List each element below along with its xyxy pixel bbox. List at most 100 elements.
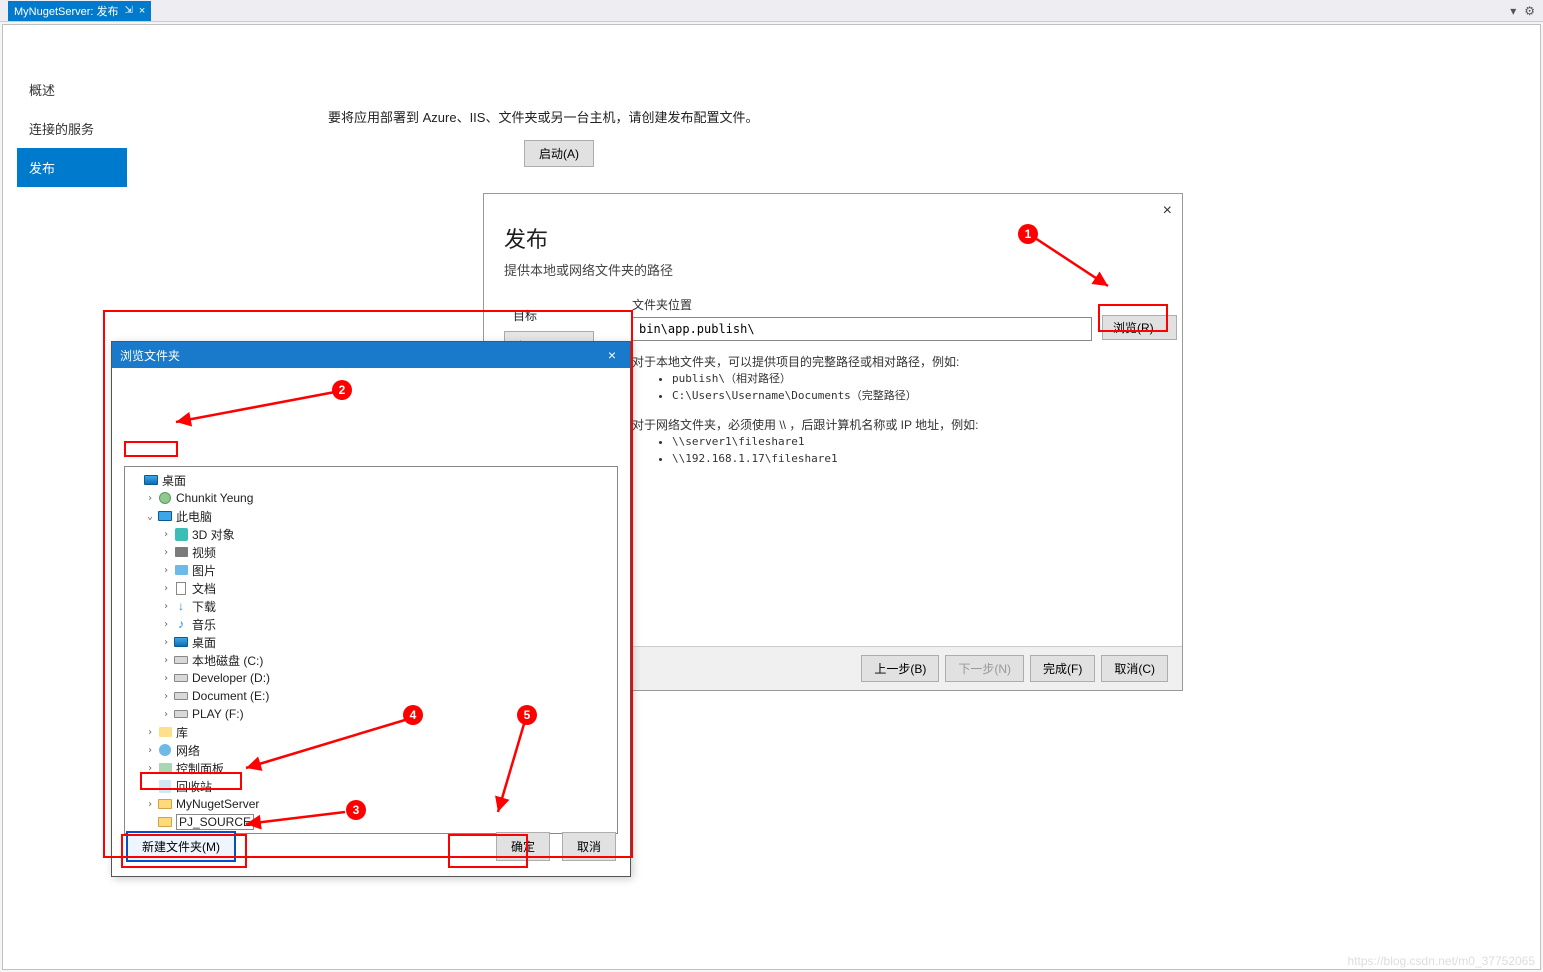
tree-node-pictures[interactable]: ›图片 (127, 561, 615, 579)
tab-dropdown-icon[interactable]: ▾ (1510, 4, 1516, 18)
tree-label: 下载 (192, 598, 216, 615)
tree-node-disk-c[interactable]: ›本地磁盘 (C:) (127, 651, 615, 669)
new-folder-button[interactable]: 新建文件夹(M) (126, 831, 236, 862)
music-icon: ♪ (173, 616, 189, 632)
tree-label: 文档 (192, 580, 216, 597)
tree-label: 视频 (192, 544, 216, 561)
tree-label: 此电脑 (176, 508, 212, 525)
tree-node-network[interactable]: ›网络 (127, 741, 615, 759)
tree-node-recycle[interactable]: 回收站 (127, 777, 615, 795)
annotation-badge-4: 4 (403, 705, 423, 725)
ok-button[interactable]: 确定 (496, 832, 550, 861)
download-icon: ↓ (173, 598, 189, 614)
help-net-heading: 对于网络文件夹，必须使用 \\ ，后跟计算机名称或 IP 地址，例如: (632, 416, 1162, 434)
help-local-ex1: publish\（相对路径） (672, 371, 1162, 388)
video-icon (173, 544, 189, 560)
tree-label: 音乐 (192, 616, 216, 633)
tree-label: Developer (D:) (192, 671, 270, 685)
nav-overview[interactable]: 概述 (17, 70, 127, 109)
tree-node-new-folder[interactable]: PJ_SOURCE (127, 813, 615, 831)
tree-node-thispc[interactable]: ⌄此电脑 (127, 507, 615, 525)
tree-node-desktop2[interactable]: ›桌面 (127, 633, 615, 651)
monitor-icon (143, 472, 159, 488)
help-network: 对于网络文件夹，必须使用 \\ ，后跟计算机名称或 IP 地址，例如: \\se… (632, 416, 1162, 467)
tree-label: 控制面板 (176, 760, 224, 777)
tab-title: MyNugetServer: 发布 (14, 3, 119, 19)
close-tab-icon[interactable]: × (139, 5, 145, 17)
tree-label: PLAY (F:) (192, 707, 244, 721)
wizard-subtitle: 提供本地或网络文件夹的路径 (484, 260, 1182, 295)
folder-location-input[interactable] (632, 317, 1092, 341)
tree-node-user[interactable]: ›Chunkit Yeung (127, 489, 615, 507)
tree-node-control-panel[interactable]: ›控制面板 (127, 759, 615, 777)
tree-node-disk-f[interactable]: ›PLAY (F:) (127, 705, 615, 723)
folder-icon (157, 796, 173, 812)
tab-strip-right: ▾ ⚙ (1510, 4, 1543, 18)
user-icon (157, 490, 173, 506)
tree-label: 桌面 (192, 634, 216, 651)
tree-node-downloads[interactable]: ›↓下载 (127, 597, 615, 615)
wizard-close-icon[interactable]: × (1163, 202, 1172, 220)
tree-label: 图片 (192, 562, 216, 579)
finish-button[interactable]: 完成(F) (1030, 655, 1095, 682)
tree-node-library[interactable]: ›库 (127, 723, 615, 741)
tree-node-disk-d[interactable]: ›Developer (D:) (127, 669, 615, 687)
wizard-form: 文件夹位置 对于本地文件夹，可以提供项目的完整路径或相对路径，例如: publi… (632, 296, 1162, 467)
drive-icon (173, 688, 189, 704)
pin-icon[interactable]: ⇲ (125, 5, 133, 16)
tree-node-documents[interactable]: ›文档 (127, 579, 615, 597)
document-tab-active[interactable]: MyNugetServer: 发布 ⇲ × (8, 1, 151, 21)
tree-label: 回收站 (176, 778, 212, 795)
folder-tree[interactable]: 桌面 ›Chunkit Yeung ⌄此电脑 ›3D 对象 ›视频 ›图片 ›文… (124, 466, 618, 834)
next-button: 下一步(N) (945, 655, 1024, 682)
control-panel-icon (157, 760, 173, 776)
cube-icon (173, 526, 189, 542)
tree-node-desktop[interactable]: 桌面 (127, 471, 615, 489)
folder-location-label: 文件夹位置 (632, 296, 1162, 313)
new-folder-name-input[interactable]: PJ_SOURCE (176, 814, 254, 830)
tree-node-3dobjects[interactable]: ›3D 对象 (127, 525, 615, 543)
tree-node-videos[interactable]: ›视频 (127, 543, 615, 561)
tree-label: 本地磁盘 (C:) (192, 652, 263, 669)
browse-dialog-titlebar: 浏览文件夹 × (112, 342, 630, 368)
watermark: https://blog.csdn.net/m0_37752065 (1348, 954, 1535, 968)
annotation-badge-5: 5 (517, 705, 537, 725)
library-icon (157, 724, 173, 740)
tree-label: 3D 对象 (192, 526, 235, 543)
help-local-heading: 对于本地文件夹，可以提供项目的完整路径或相对路径，例如: (632, 353, 1162, 371)
drive-icon (173, 706, 189, 722)
tree-label: MyNugetServer (176, 797, 259, 811)
picture-icon (173, 562, 189, 578)
folder-icon (157, 814, 173, 830)
monitor-icon (157, 508, 173, 524)
document-tab-strip: MyNugetServer: 发布 ⇲ × ▾ ⚙ (0, 0, 1543, 22)
nav-publish[interactable]: 发布 (17, 148, 127, 187)
drive-icon (173, 670, 189, 686)
cancel-button[interactable]: 取消(C) (1101, 655, 1168, 682)
annotation-highlight-desktop (124, 441, 178, 457)
help-net-ex2: \\192.168.1.17\fileshare1 (672, 451, 1162, 468)
tree-label: 桌面 (162, 472, 186, 489)
wizard-step-target[interactable]: 目标 (504, 300, 594, 331)
wizard-title: 发布 (484, 194, 1182, 260)
publish-workspace: 概述 连接的服务 发布 要将应用部署到 Azure、IIS、文件夹或另一台主机，… (2, 24, 1541, 970)
gear-icon[interactable]: ⚙ (1524, 4, 1535, 18)
browse-dialog-title: 浏览文件夹 (120, 347, 180, 364)
drive-icon (173, 652, 189, 668)
prev-button[interactable]: 上一步(B) (861, 655, 939, 682)
nav-connected-services[interactable]: 连接的服务 (17, 109, 127, 148)
tree-node-disk-e[interactable]: ›Document (E:) (127, 687, 615, 705)
browse-dialog-close-icon[interactable]: × (602, 347, 622, 363)
start-button[interactable]: 启动(A) (524, 140, 594, 167)
tree-label: 网络 (176, 742, 200, 759)
tree-node-mynugetserver[interactable]: ›MyNugetServer (127, 795, 615, 813)
tree-label: 库 (176, 724, 188, 741)
browse-cancel-button[interactable]: 取消 (562, 832, 616, 861)
browse-folder-dialog: 浏览文件夹 × 桌面 ›Chunkit Yeung ⌄此电脑 ›3D 对象 ›视… (111, 341, 631, 877)
help-local-ex2: C:\Users\Username\Documents（完整路径） (672, 388, 1162, 405)
tree-node-music[interactable]: ›♪音乐 (127, 615, 615, 633)
publish-instruction-text: 要将应用部署到 Azure、IIS、文件夹或另一台主机，请创建发布配置文件。 (328, 107, 758, 126)
browse-button[interactable]: 浏览(R)… (1102, 315, 1177, 340)
document-icon (173, 580, 189, 596)
annotation-badge-1: 1 (1018, 224, 1038, 244)
